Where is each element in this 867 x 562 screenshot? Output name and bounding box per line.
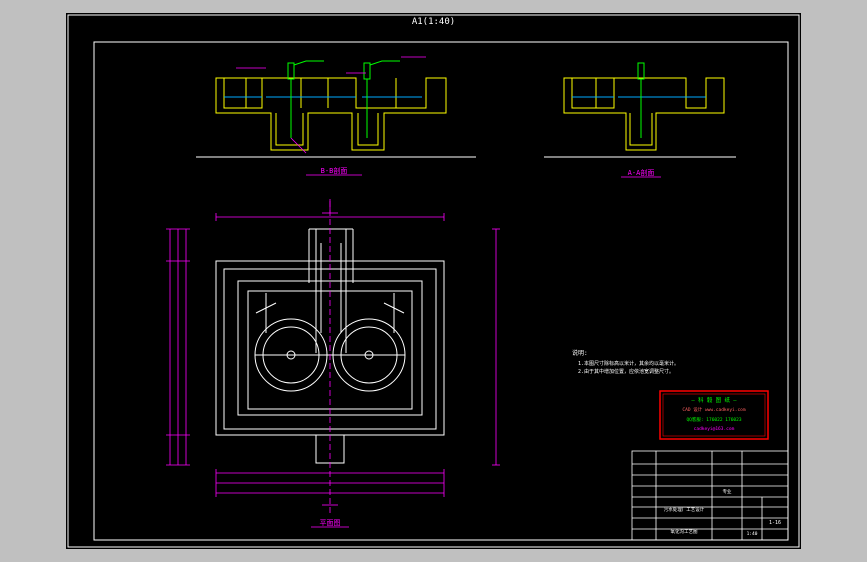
svg-text:— 科 毅 图 纸 —: — 科 毅 图 纸 — — [691, 396, 737, 404]
title-block-scale: 1:40 — [747, 531, 758, 537]
svg-text:cadkeyi@163.com: cadkeyi@163.com — [694, 426, 735, 432]
plan-dims-left — [166, 228, 190, 466]
section-a-label: A-A剖面 — [628, 168, 655, 177]
section-b-label: B-B剖面 — [321, 166, 348, 175]
notes-title: 说明: — [572, 349, 588, 357]
section-b-dims — [236, 56, 426, 154]
drawing-canvas[interactable]: A1(1:40) B-B剖面 A-A剖面 平面图 说明: 1.本图尺寸除标高以米… — [66, 13, 801, 549]
title-block-sheet: 1-16 — [769, 520, 781, 526]
drawing-svg: B-B剖面 A-A剖面 平面图 说明: 1.本图尺寸除标高以米计，其余均以毫米计… — [67, 14, 800, 548]
plan-dims-right — [492, 228, 500, 466]
section-b-pipes — [287, 60, 400, 138]
note-1: 1.本图尺寸除标高以米计，其余均以毫米计。 — [578, 360, 679, 367]
cad-viewport[interactable]: A1(1:40) B-B剖面 A-A剖面 平面图 说明: 1.本图尺寸除标高以米… — [0, 0, 867, 562]
plan-dims-bottom — [215, 469, 445, 497]
section-a-a — [563, 77, 725, 151]
title-block — [631, 450, 789, 541]
title-block-project: 污水处理厂工艺设计 — [664, 506, 705, 513]
plan-label: 平面图 — [320, 519, 341, 527]
svg-text:QQ客服: 176022 176023: QQ客服: 176022 176023 — [686, 416, 741, 423]
watermark-stamp: — 科 毅 图 纸 — CAD 设计 www.cadkeyi.com QQ客服:… — [659, 390, 769, 440]
svg-text:CAD 设计 www.cadkeyi.com: CAD 设计 www.cadkeyi.com — [682, 406, 745, 413]
note-2: 2.由于其中增加位置，应依池宽调整尺寸。 — [578, 368, 674, 375]
inner-frame — [93, 41, 789, 541]
title-block-dept: 专业 — [723, 488, 732, 495]
section-b-b — [215, 77, 447, 151]
plan-axis — [322, 199, 338, 513]
title-block-drawing: 氧化沟工艺图 — [671, 528, 698, 535]
section-a-pipes — [637, 62, 645, 138]
